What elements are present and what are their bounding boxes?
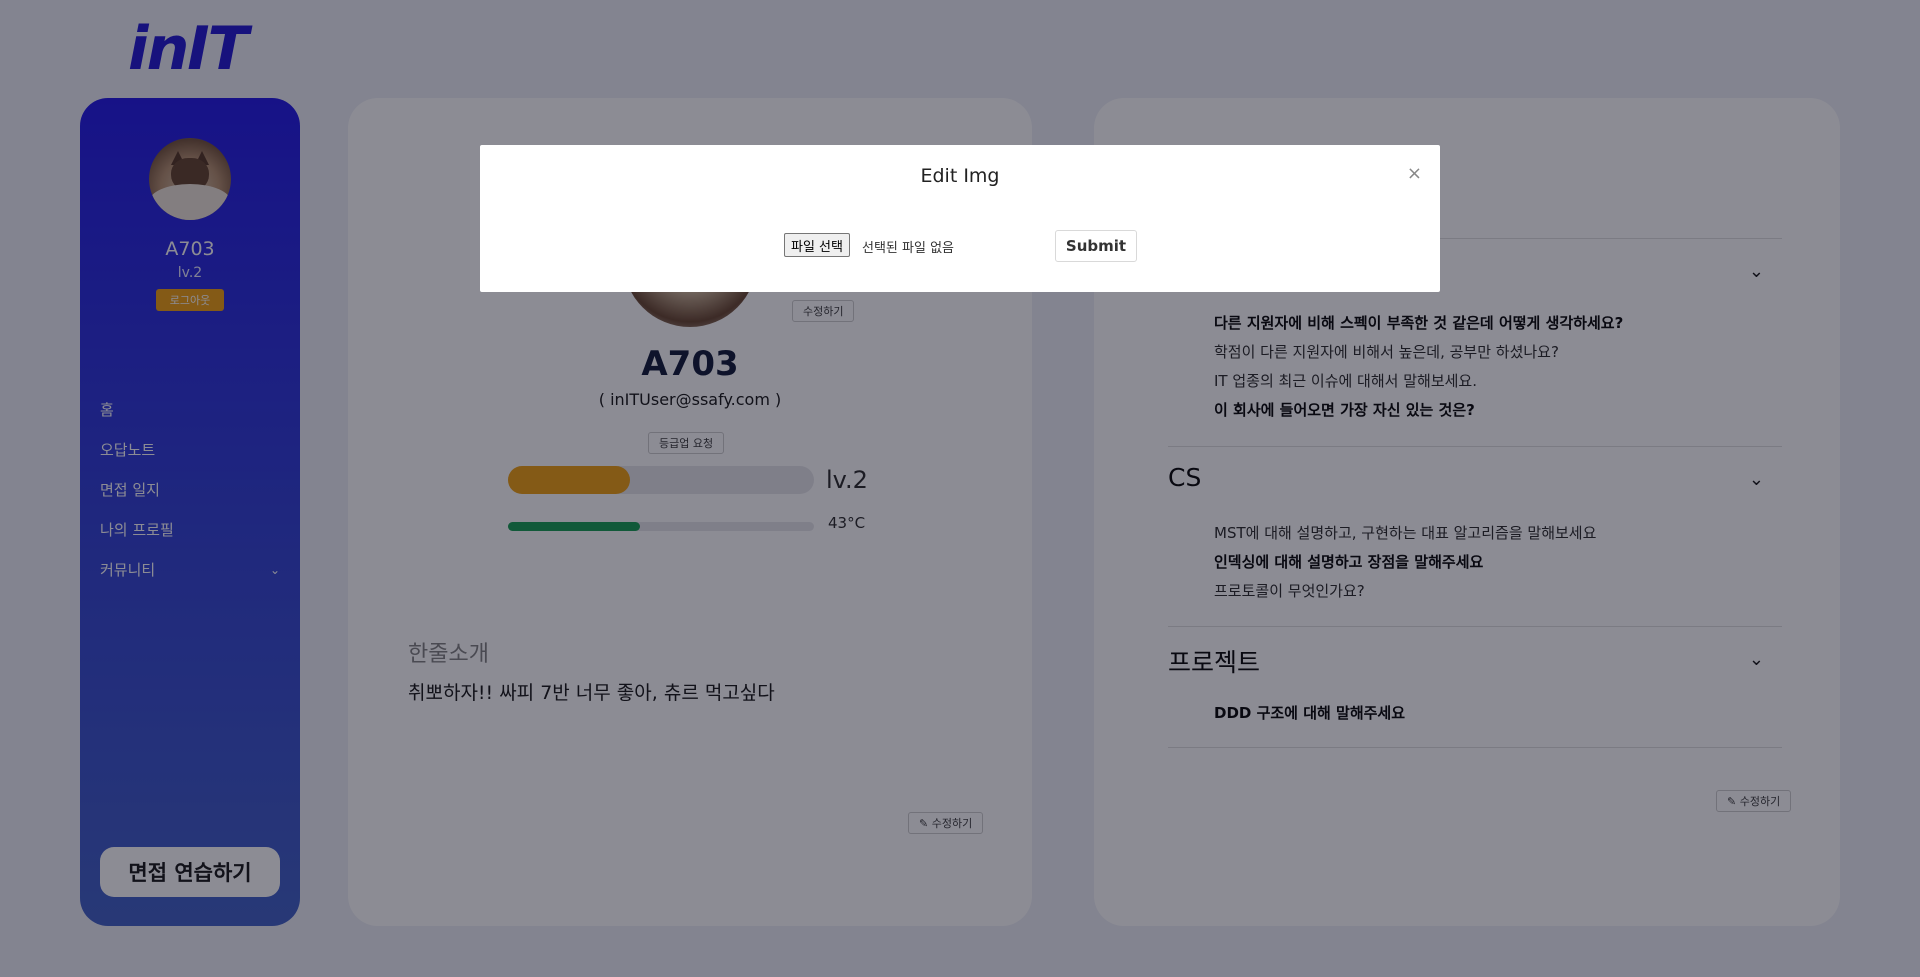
file-status-text: 선택된 파일 없음	[862, 241, 954, 256]
edit-image-modal: Edit Img × 파일 선택 선택된 파일 없음 Submit	[480, 145, 1440, 292]
modal-title: Edit Img	[920, 165, 1000, 187]
submit-button[interactable]: Submit	[1055, 230, 1137, 262]
file-select-button[interactable]: 파일 선택	[784, 233, 850, 257]
close-icon[interactable]: ×	[1407, 163, 1422, 184]
